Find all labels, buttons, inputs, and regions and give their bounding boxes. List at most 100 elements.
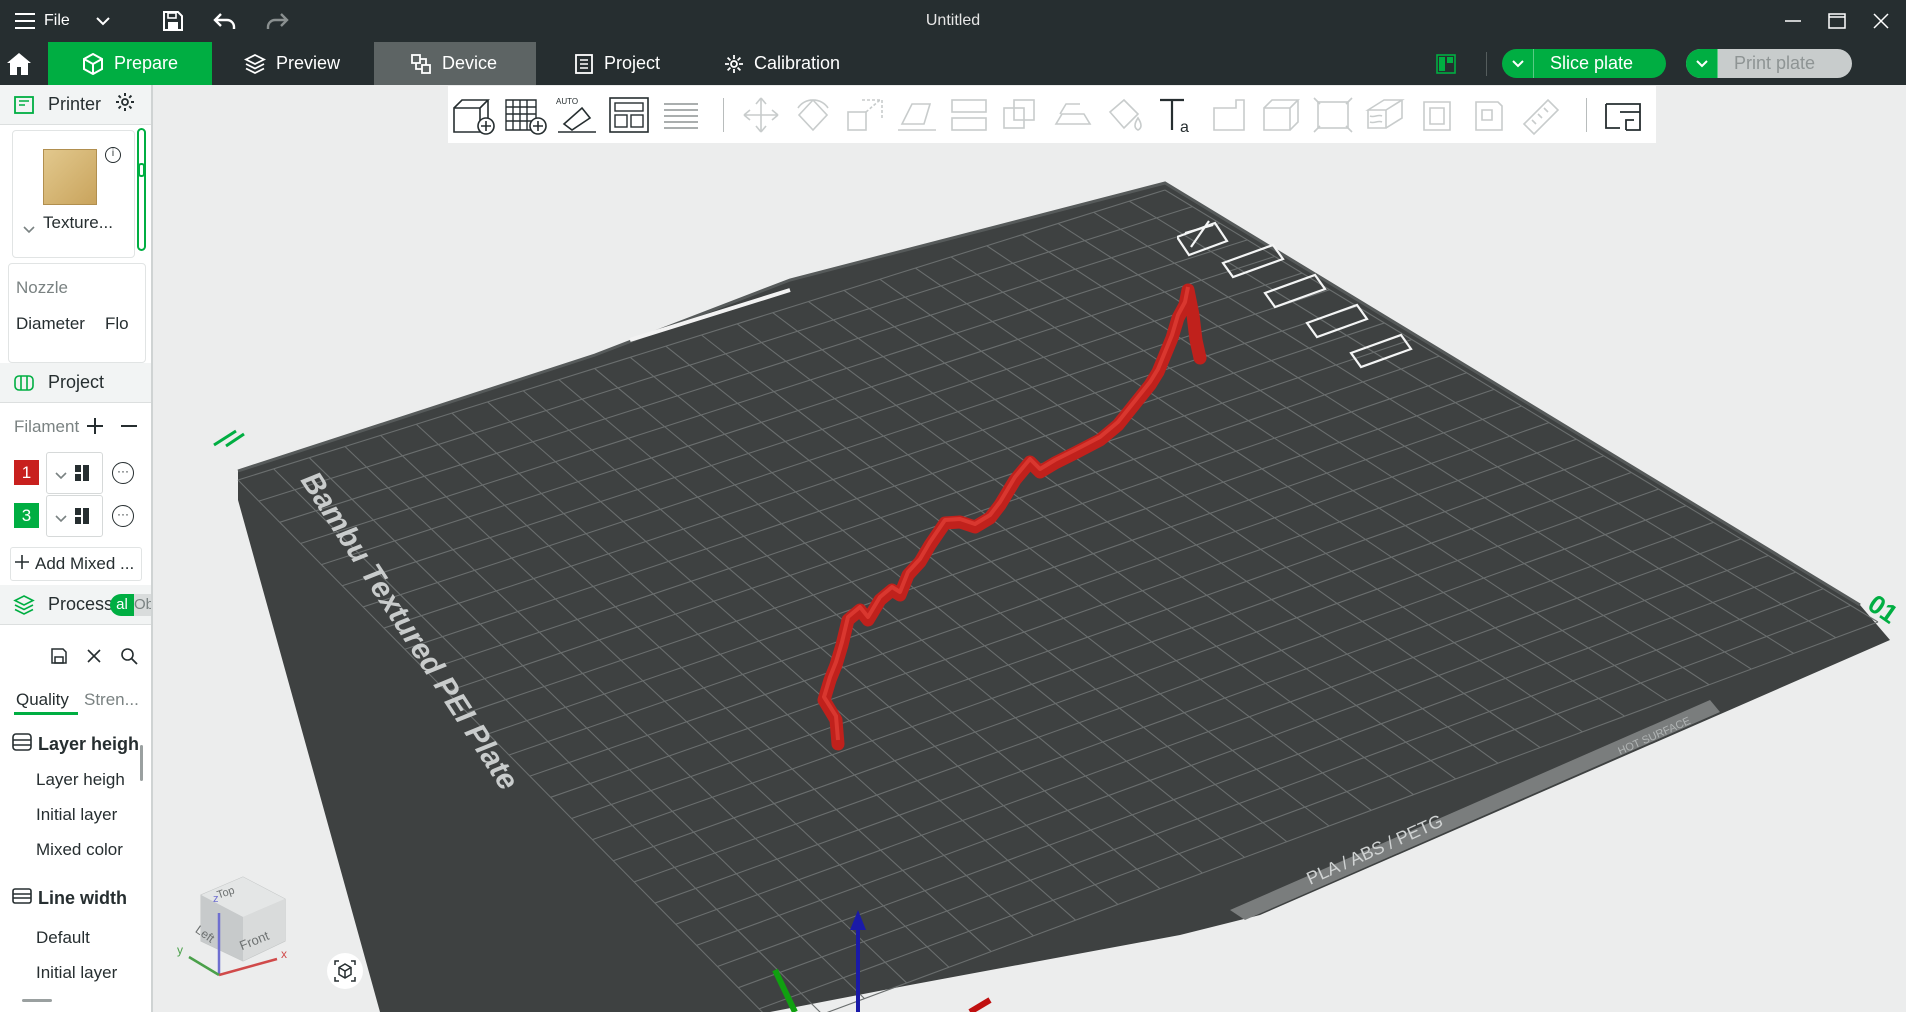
home-icon — [7, 52, 31, 75]
build-plate-scene[interactable]: Bambu Textured PEI Plate PLA / ABS / PET… — [155, 85, 1906, 1012]
x-axis — [968, 997, 992, 1012]
sidebar-scrollbar[interactable] — [137, 128, 146, 251]
filament-1-selector[interactable] — [46, 452, 103, 494]
settings-scrollbar[interactable] — [140, 745, 143, 781]
measure-ruler-icon[interactable] — [1518, 94, 1564, 136]
printer-section-header[interactable]: Printer — [0, 85, 151, 125]
info-icon[interactable]: i — [105, 147, 121, 163]
plate-type-selector[interactable]: i Texture... — [12, 130, 135, 258]
chevron-down-icon[interactable] — [1686, 49, 1718, 78]
filament-index-badge: 3 — [14, 503, 39, 528]
chevron-down-icon[interactable] — [1502, 49, 1534, 78]
assembly-icon[interactable] — [1414, 94, 1460, 136]
add-object-icon[interactable] — [450, 94, 496, 136]
file-menu[interactable]: File — [14, 0, 74, 42]
nozzle-box: Nozzle Diameter Flo — [8, 263, 146, 363]
left-sidebar: Printer i Texture... Nozzle Diameter Flo… — [0, 85, 153, 1012]
add-mixed-filament-button[interactable]: Add Mixed ... — [10, 547, 142, 581]
tab-label: Project — [604, 53, 661, 73]
setting-item[interactable]: Layer heigh — [36, 770, 125, 790]
split-plates-icon[interactable] — [658, 94, 704, 136]
subtab-quality[interactable]: Quality — [16, 690, 69, 710]
tab-label: Preview — [276, 53, 341, 73]
setting-item[interactable]: Default — [36, 928, 90, 948]
remove-filament-minus-icon[interactable] — [120, 417, 138, 440]
close-window-icon[interactable] — [1868, 0, 1894, 42]
variable-layer-icon[interactable] — [1362, 94, 1408, 136]
tab-project[interactable]: Project — [536, 42, 700, 85]
hamburger-menu-icon — [15, 13, 35, 29]
boolean-icon[interactable] — [998, 94, 1044, 136]
brim-ears-icon[interactable] — [1466, 94, 1512, 136]
measure-frame-icon[interactable] — [1310, 94, 1356, 136]
maximize-icon[interactable] — [1824, 0, 1850, 42]
toolbar-divider — [1586, 98, 1587, 132]
device-icon — [411, 53, 431, 74]
close-icon[interactable] — [86, 648, 102, 669]
view-cube-z-label: z — [213, 893, 219, 905]
seam-paint-icon[interactable] — [1206, 94, 1252, 136]
process-global-toggle[interactable]: al — [110, 594, 134, 616]
search-icon[interactable] — [120, 647, 138, 670]
add-filament-plus-icon[interactable] — [86, 417, 104, 440]
color-paint-icon[interactable] — [1102, 94, 1148, 136]
3d-viewport[interactable]: Bambu Textured PEI Plate PLA / ABS / PET… — [155, 85, 1906, 1012]
filament-2-selector[interactable] — [46, 495, 103, 537]
save-preset-icon[interactable] — [50, 647, 68, 670]
tab-device[interactable]: Device — [374, 42, 536, 85]
setting-item[interactable]: Mixed color — [36, 840, 123, 860]
scroll-thumb[interactable] — [138, 163, 145, 177]
tab-calibration[interactable]: Calibration — [700, 42, 900, 85]
save-icon[interactable] — [160, 0, 186, 42]
build-plate — [238, 183, 1890, 1012]
title-bar: File Untitled — [0, 0, 1906, 42]
minimize-icon[interactable] — [1780, 0, 1806, 42]
view-cube-x-label: x — [281, 947, 287, 961]
support-paint-icon[interactable] — [1050, 94, 1096, 136]
nozzle-flow-label: Flo — [105, 314, 129, 333]
undo-icon[interactable] — [212, 0, 238, 42]
group-header-layer-height: Layer heigh — [12, 733, 139, 756]
home-button[interactable] — [0, 42, 48, 85]
svg-text:AUTO: AUTO — [556, 97, 578, 106]
fuzzy-skin-icon[interactable] — [1258, 94, 1304, 136]
lay-on-face-icon[interactable] — [894, 94, 940, 136]
tab-prepare[interactable]: Prepare — [48, 42, 212, 85]
print-plate-button[interactable]: Print plate — [1686, 49, 1852, 78]
chevron-down-icon[interactable] — [90, 0, 116, 42]
setting-item[interactable]: Initial layer — [36, 963, 117, 983]
edit-toolbar: AUTO a — [448, 86, 1656, 143]
redo-icon[interactable] — [264, 0, 290, 42]
add-plate-icon[interactable] — [502, 94, 548, 136]
multi-device-button[interactable] — [1436, 42, 1466, 85]
project-section-header[interactable]: Project — [0, 363, 151, 403]
tab-preview[interactable]: Preview — [212, 42, 374, 85]
filament-index-badge: 1 — [14, 460, 39, 485]
process-section-header[interactable]: Process al Ob — [0, 585, 151, 625]
text-tool-icon[interactable]: a — [1154, 94, 1200, 136]
printer-settings-gear-icon[interactable] — [115, 92, 135, 117]
slice-plate-button[interactable]: Slice plate — [1502, 49, 1666, 78]
subtab-strength[interactable]: Stren... — [84, 690, 139, 710]
arrange-icon[interactable] — [606, 94, 652, 136]
plate-type-label: Texture... — [43, 213, 113, 232]
rotate-icon[interactable] — [790, 94, 836, 136]
horizontal-scrollbar[interactable] — [22, 999, 52, 1002]
filament-1-more-icon[interactable]: ··· — [112, 462, 134, 484]
main-tab-bar: Prepare Preview Device Project Calibrati… — [0, 42, 1906, 85]
view-cube-y-label: y — [177, 943, 183, 957]
process-object-toggle[interactable]: Ob — [134, 594, 151, 616]
reset-view-button[interactable] — [327, 953, 363, 989]
project-title: Project — [48, 372, 105, 392]
scale-icon[interactable] — [842, 94, 888, 136]
auto-orient-icon[interactable]: AUTO — [554, 94, 600, 136]
view-cube[interactable]: Top Left Front z x y — [173, 865, 293, 985]
slice-object-icon[interactable] — [1600, 94, 1646, 136]
move-icon[interactable] — [738, 94, 784, 136]
add-mixed-label: Add Mixed ... — [35, 554, 135, 573]
setting-item[interactable]: Initial layer — [36, 805, 117, 825]
filament-2-more-icon[interactable]: ··· — [112, 505, 134, 527]
layers-icon — [244, 53, 266, 74]
cut-icon[interactable] — [946, 94, 992, 136]
multi-device-icon — [1436, 53, 1456, 74]
